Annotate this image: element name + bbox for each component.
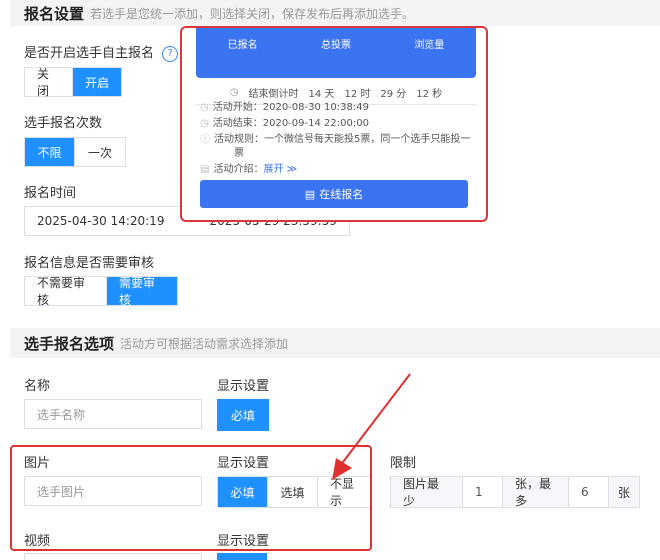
self-signup-label-text: 是否开启选手自主报名 xyxy=(24,46,155,61)
signup-count-unlimited-button[interactable]: 不限 xyxy=(25,138,75,166)
preview-rule-text: 活动规则：一个微信号每天能投5票，同一个选手只能投一 xyxy=(214,134,471,145)
video-input[interactable] xyxy=(24,553,202,560)
review-required-button[interactable]: 需要审核 xyxy=(107,276,177,307)
preview-stat-votes: 总投票 xyxy=(320,40,351,51)
preview-signup-button[interactable]: ▤ 在线报名 xyxy=(200,180,468,208)
clock-icon: ◷ xyxy=(229,86,239,98)
image-limit-max-input[interactable]: 6 xyxy=(569,477,609,507)
countdown-seconds: 12 秒 xyxy=(416,88,443,100)
options-section-header: 选手报名选项 活动方可根据活动需求选择添加 xyxy=(10,328,660,358)
signup-count-label: 选手报名次数 xyxy=(24,116,103,131)
self-signup-label: 是否开启选手自主报名 ? xyxy=(24,42,179,62)
image-limit-unit: 张 xyxy=(609,477,639,507)
preview-stat-views: 浏览量 xyxy=(414,40,445,51)
review-label: 报名信息是否需要审核 xyxy=(24,256,155,271)
preview-intro: ▤ 活动介绍：展开 ≫ xyxy=(200,160,297,175)
signup-count-once-button[interactable]: 一次 xyxy=(75,138,125,166)
preview-signup-label: 在线报名 xyxy=(319,188,364,201)
self-signup-on-button[interactable]: 开启 xyxy=(73,68,121,96)
video-required-button[interactable] xyxy=(217,553,267,560)
signup-time-label: 报名时间 xyxy=(24,186,77,201)
preview-end-time: ◷ 活动结束：2020-09-14 22:00:00 xyxy=(200,114,369,129)
mobile-preview-popup: 已报名 总投票 浏览量 ◷ 结束倒计时 14 天 12 时 29 分 12 秒 … xyxy=(180,26,488,222)
review-toggle: 不需要审核 需要审核 xyxy=(24,276,178,307)
preview-stats-bar: 已报名 总投票 浏览量 xyxy=(196,28,476,78)
name-required-button[interactable]: 必填 xyxy=(218,400,268,430)
preview-start-time: ◷ 活动开始：2020-08-30 10:38:49 xyxy=(200,98,369,113)
preview-intro-label: 活动介绍： xyxy=(213,164,264,175)
signup-count-toggle: 不限 一次 xyxy=(24,137,126,167)
name-display-toggle: 必填 xyxy=(217,399,269,431)
image-limit-group: 图片最少 1 张，最多 6 张 xyxy=(390,476,640,508)
signup-settings-header: 报名设置 若选手是您统一添加，则选择关闭，保存发布后再添加选手。 xyxy=(10,0,660,26)
info-icon: ⓘ xyxy=(200,134,210,145)
self-signup-off-button[interactable]: 关闭 xyxy=(25,67,73,98)
help-icon[interactable]: ? xyxy=(162,45,179,62)
self-signup-toggle: 关闭 开启 xyxy=(24,67,122,98)
name-display-label: 显示设置 xyxy=(217,379,270,394)
preview-rules-cont: 票 xyxy=(234,148,244,159)
options-section-title: 选手报名选项 xyxy=(24,334,115,353)
countdown-minutes: 29 分 xyxy=(380,88,407,100)
image-limit-min-input[interactable]: 1 xyxy=(463,477,503,507)
preview-end-text: 活动结束：2020-09-14 22:00:00 xyxy=(212,118,369,129)
document-icon: ▤ xyxy=(200,164,210,175)
signup-settings-title: 报名设置 xyxy=(24,4,85,23)
clock-icon: ◷ xyxy=(200,102,209,113)
signup-time-start: 2025-04-30 14:20:19 xyxy=(37,214,165,228)
name-input[interactable]: 选手名称 xyxy=(24,399,202,429)
preview-stat-signed: 已报名 xyxy=(227,40,258,51)
annotation-arrow xyxy=(332,373,411,480)
name-field-label: 名称 xyxy=(24,379,51,394)
document-icon: ▤ xyxy=(304,187,316,201)
chevron-down-icon: ≫ xyxy=(283,164,298,175)
preview-expand-link[interactable]: 展开 xyxy=(263,164,283,175)
preview-rules: ⓘ 活动规则：一个微信号每天能投5票，同一个选手只能投一 xyxy=(200,130,470,145)
image-limit-max-label: 张，最多 xyxy=(503,477,569,508)
preview-start-text: 活动开始：2020-08-30 10:38:49 xyxy=(212,102,369,113)
signup-settings-hint: 若选手是您统一添加，则选择关闭，保存发布后再添加选手。 xyxy=(90,6,415,21)
clock-icon: ◷ xyxy=(200,118,209,129)
review-not-required-button[interactable]: 不需要审核 xyxy=(25,276,107,307)
options-section-hint: 活动方可根据活动需求选择添加 xyxy=(120,336,289,351)
